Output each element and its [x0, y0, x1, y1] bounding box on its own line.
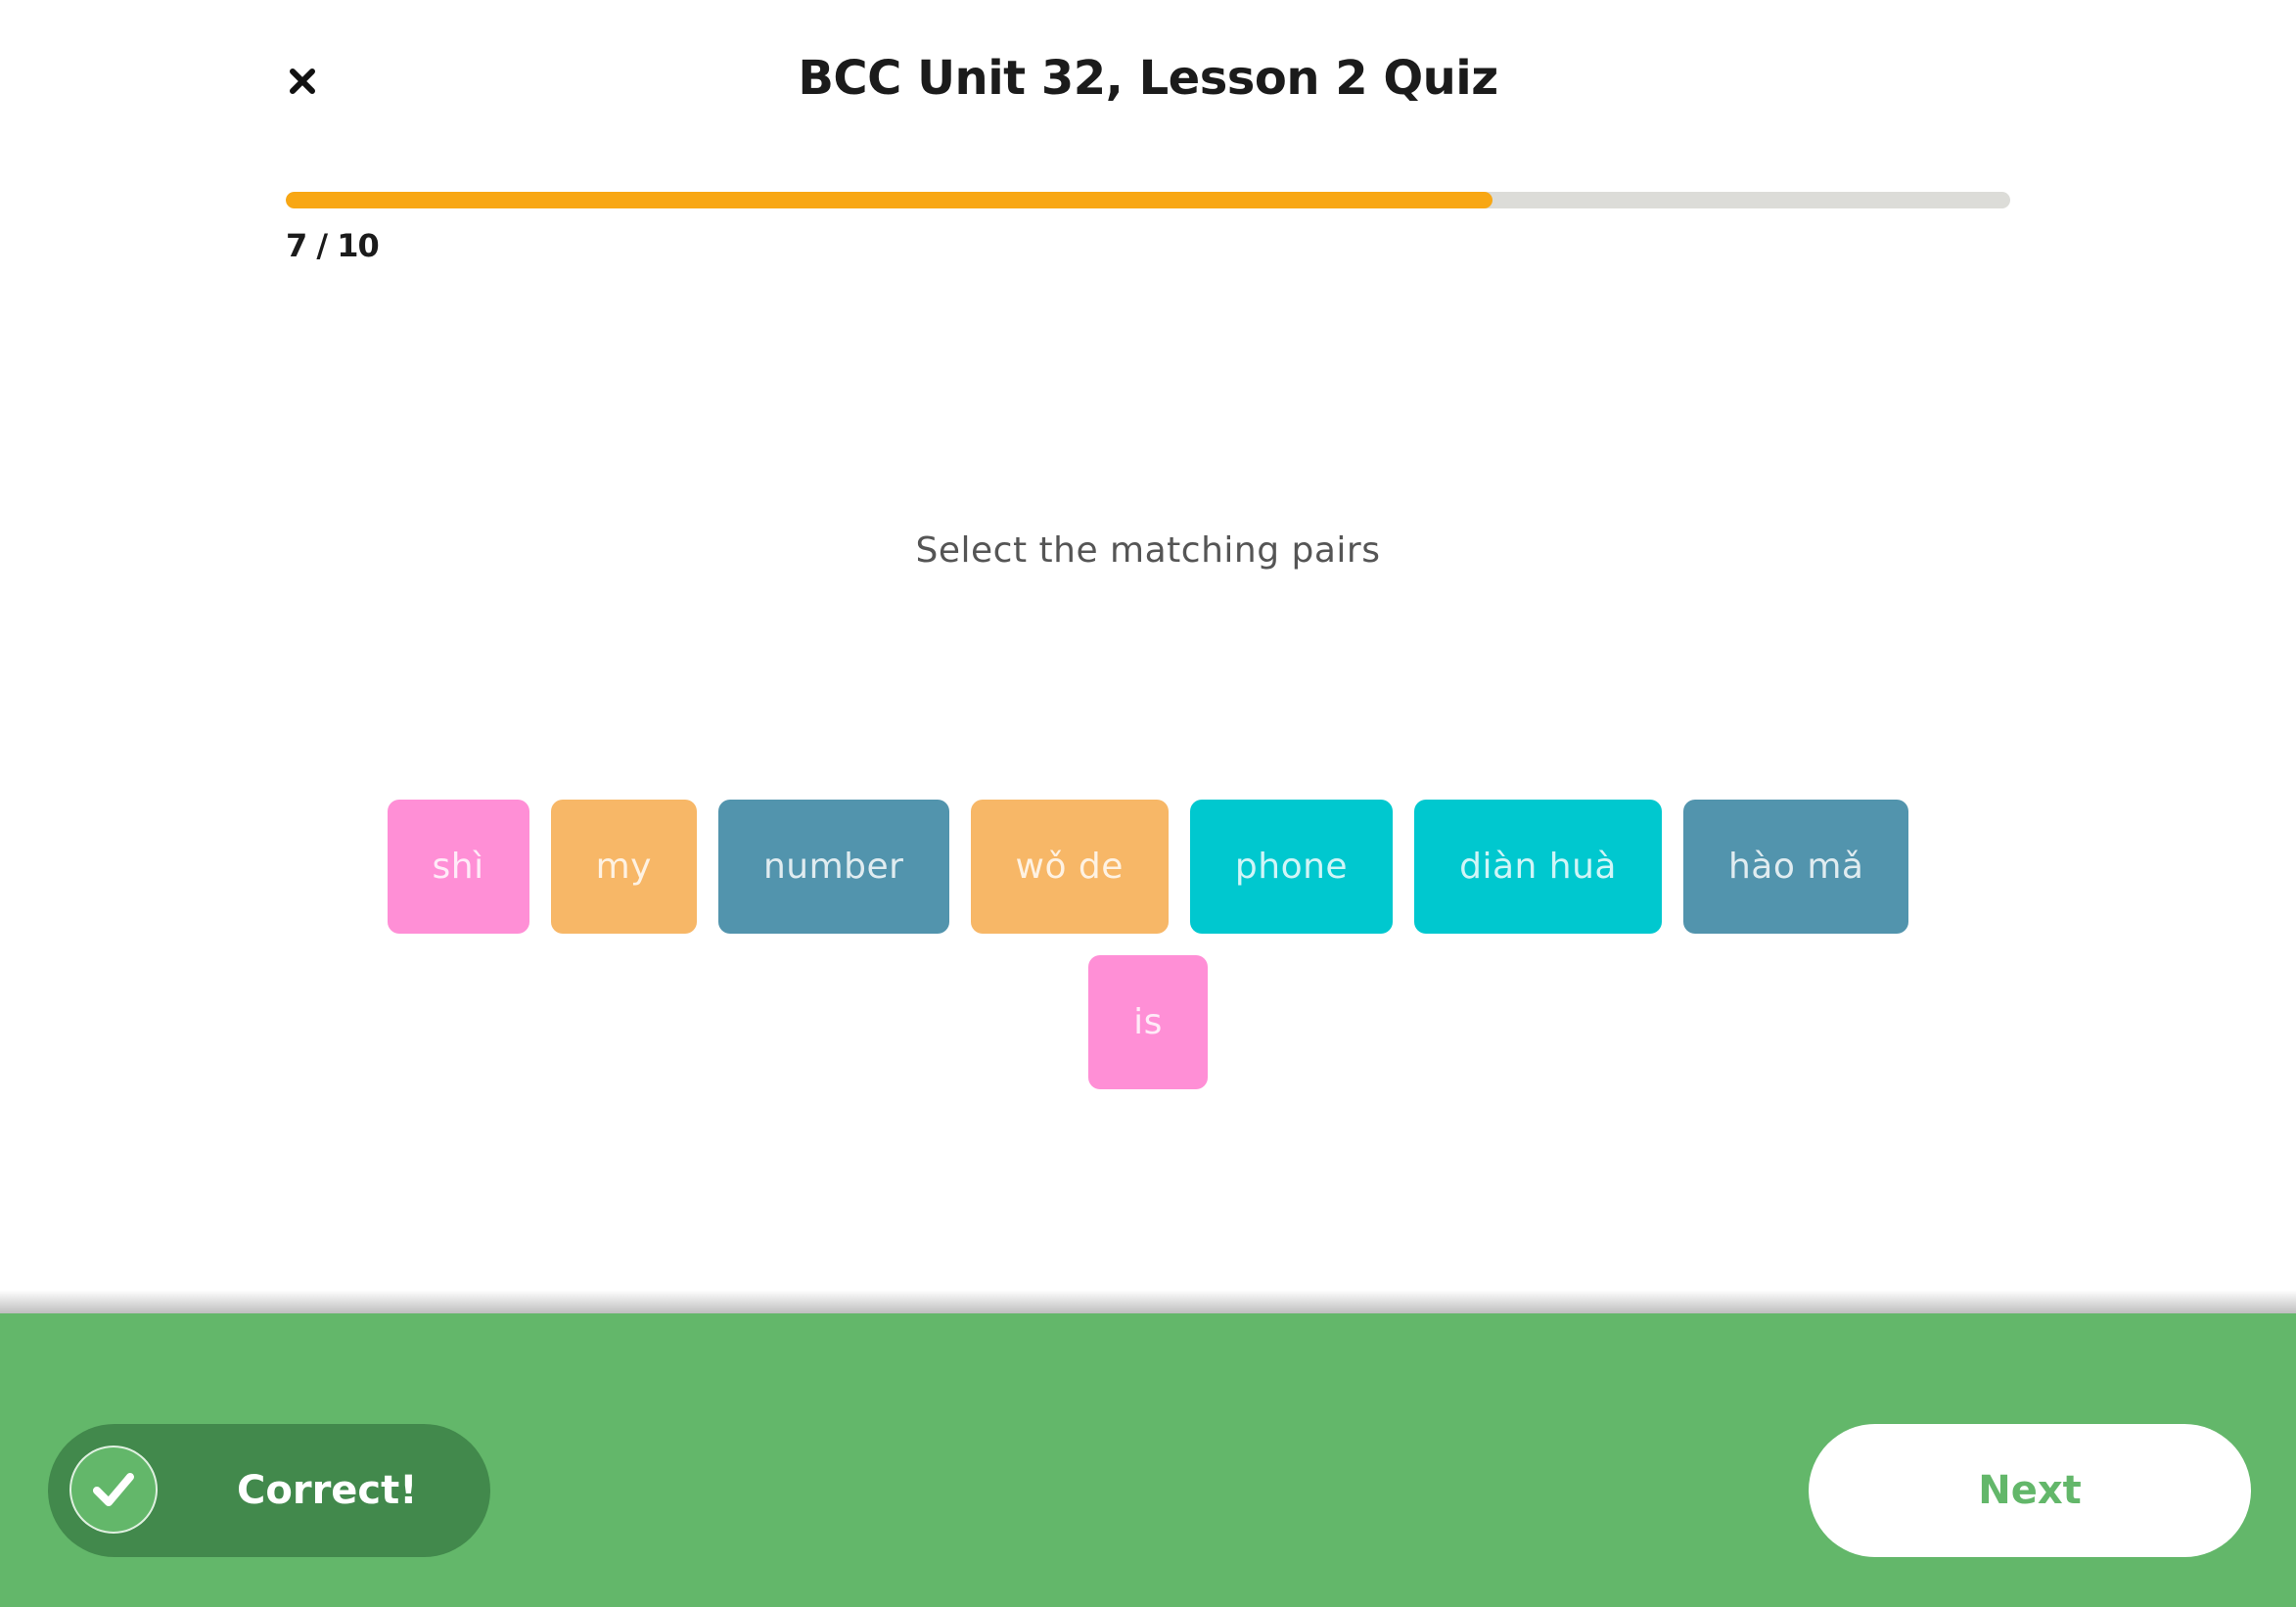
match-tile[interactable]: phone — [1189, 800, 1394, 934]
feedback-badge: Correct! — [48, 1424, 490, 1557]
progress-bar-fill — [286, 192, 1493, 208]
question-instruction: Select the matching pairs — [915, 530, 1381, 571]
feedback-status: Correct! — [237, 1468, 418, 1513]
match-tile[interactable]: hào mǎ — [1682, 800, 1909, 934]
match-tile[interactable]: shì — [387, 800, 529, 934]
check-circle-icon — [69, 1446, 158, 1534]
match-tile[interactable]: is — [1088, 955, 1208, 1089]
footer-divider — [0, 1290, 2296, 1313]
match-tile[interactable]: number — [717, 800, 949, 934]
next-button[interactable]: Next — [1809, 1424, 2251, 1557]
match-tile[interactable]: diàn huà — [1414, 800, 1662, 934]
matching-tiles: shì my number wǒ de phone diàn huà hào m… — [333, 800, 1963, 1089]
progress-label: 7 / 10 — [286, 227, 380, 264]
page-title: BCC Unit 32, Lesson 2 Quiz — [798, 51, 1498, 106]
match-tile[interactable]: my — [550, 800, 697, 934]
quiz-page: BCC Unit 32, Lesson 2 Quiz 7 / 10 Select… — [0, 0, 2296, 1607]
match-tile[interactable]: wǒ de — [970, 800, 1169, 934]
progress-bar — [286, 192, 2010, 208]
checkmark-icon — [93, 1473, 134, 1506]
